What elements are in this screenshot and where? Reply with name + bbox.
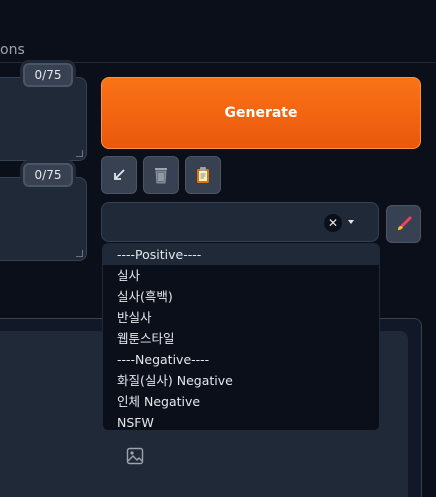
- apply-style-button[interactable]: [386, 205, 421, 243]
- clear-icon[interactable]: ✕: [324, 214, 342, 232]
- style-option[interactable]: 반실사: [103, 307, 379, 328]
- style-option[interactable]: ----Negative----: [103, 349, 379, 370]
- clear-prompt-button[interactable]: [143, 156, 179, 194]
- chevron-down-icon[interactable]: [348, 220, 354, 224]
- image-placeholder-icon: [126, 447, 144, 465]
- positive-token-counter: 0/75: [23, 63, 73, 87]
- styles-options-list: ----Positive---- 실사 실사(흑백) 반실사 웹툰스타일 ---…: [102, 243, 380, 431]
- style-option[interactable]: 인체 Negative: [103, 391, 379, 412]
- style-option[interactable]: 실사: [103, 265, 379, 286]
- paste-style-button[interactable]: [185, 156, 221, 194]
- negative-prompt-textarea[interactable]: [0, 177, 87, 261]
- style-option[interactable]: 화질(실사) Negative: [103, 370, 379, 391]
- style-option[interactable]: 웹툰스타일: [103, 328, 379, 349]
- tab-label-partial[interactable]: ons: [0, 42, 25, 58]
- style-option[interactable]: NSFW: [103, 412, 379, 430]
- resize-handle[interactable]: [76, 250, 83, 257]
- negative-token-counter: 0/75: [23, 163, 73, 187]
- read-params-button[interactable]: [101, 156, 137, 194]
- positive-prompt-textarea[interactable]: [0, 77, 87, 161]
- brush-icon: [397, 216, 411, 230]
- resize-handle[interactable]: [76, 150, 83, 157]
- arrow-icon: [114, 169, 125, 180]
- style-option[interactable]: 실사(흑백): [103, 286, 379, 307]
- trash-icon: [155, 168, 167, 184]
- clipboard-icon: [197, 167, 209, 183]
- generate-button[interactable]: Generate: [101, 77, 421, 149]
- styles-dropdown[interactable]: ✕: [101, 202, 379, 242]
- style-option[interactable]: ----Positive----: [103, 244, 379, 265]
